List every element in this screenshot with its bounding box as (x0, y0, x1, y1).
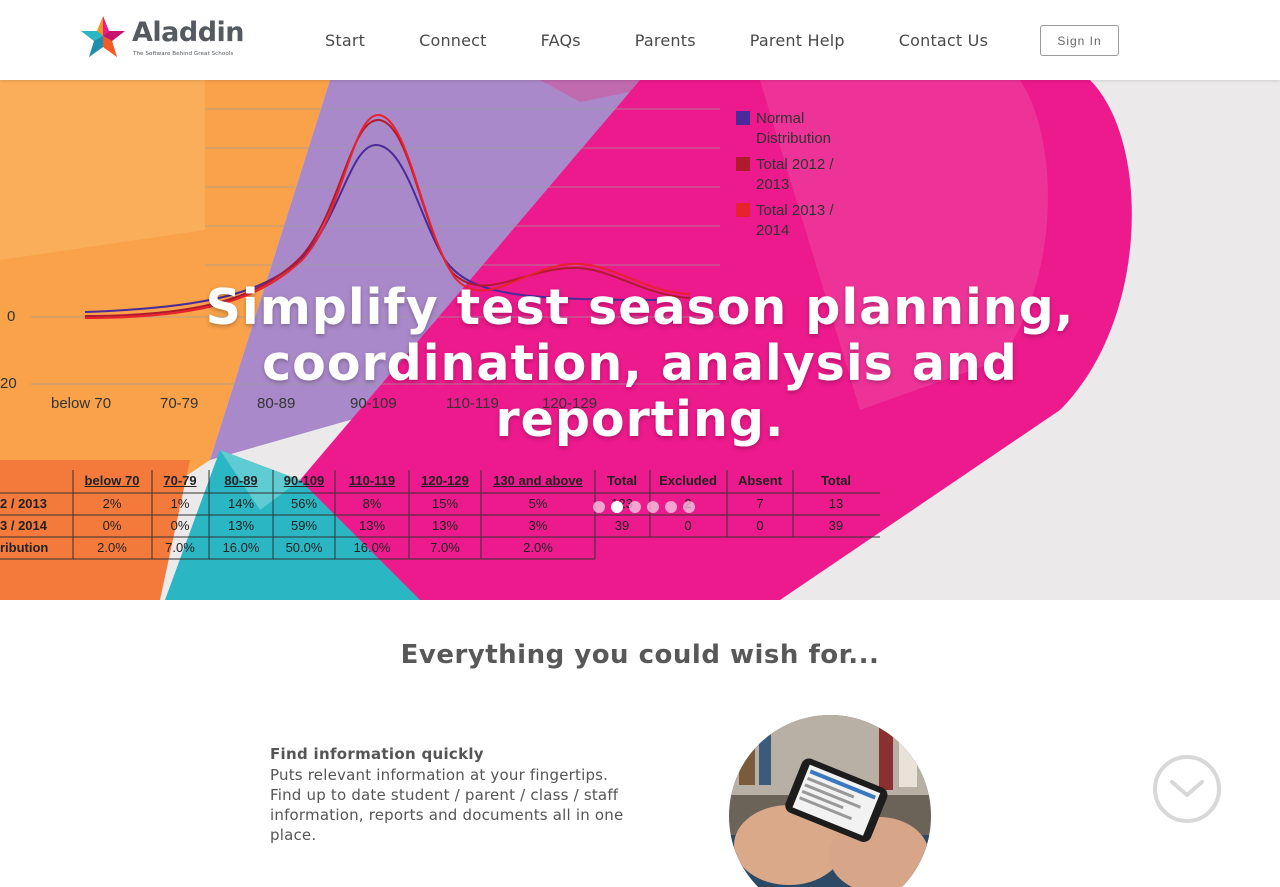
table-cell: 39 (828, 518, 844, 533)
legend-item: Normal Distribution (756, 110, 832, 147)
nav-parents[interactable]: Parents (608, 31, 723, 50)
feature-title: Find information quickly (270, 745, 484, 763)
chevron-down-icon (1170, 780, 1204, 797)
brand-name: Aladdin (132, 17, 245, 48)
slider-dot[interactable] (593, 501, 605, 513)
feature-text: Puts relevant information at your finger… (270, 766, 624, 844)
table-row-label: 2 / 2013 (0, 496, 47, 511)
table-cell: 7.0% (430, 540, 460, 555)
table-header-cell: 120-129 (421, 473, 469, 488)
slider-dot[interactable] (629, 501, 641, 513)
slider-dot[interactable] (647, 501, 659, 513)
table-cell: 2.0% (523, 540, 553, 555)
brand-tagline: The Software Behind Great Schools (133, 51, 234, 57)
star-logo-icon (81, 16, 125, 57)
main-nav: Start Connect FAQs Parents Parent Help C… (298, 0, 1015, 80)
table-cell: 15% (431, 496, 459, 511)
slider-dot[interactable] (665, 501, 677, 513)
scroll-down-button[interactable] (1153, 755, 1221, 823)
slider-dot[interactable] (611, 501, 623, 513)
hero-slider: Normal Distribution Total 2012 / 2013 To… (0, 80, 1280, 600)
table-header-cell: Total (820, 473, 852, 488)
table-cell: 13% (431, 518, 459, 533)
nav-start[interactable]: Start (298, 31, 392, 50)
chart-legend: Normal Distribution Total 2012 / 2013 To… (756, 109, 834, 241)
hero-headline: Simplify test season planning, coordinat… (205, 279, 1075, 448)
phone-photo (729, 715, 931, 887)
site-header: Aladdin The Software Behind Great School… (0, 0, 1280, 80)
nav-parent-help[interactable]: Parent Help (723, 31, 872, 50)
nav-faqs[interactable]: FAQs (514, 31, 608, 50)
category-label: below 70 (51, 395, 112, 412)
table-cell: 13 (828, 496, 844, 511)
results-table: below 70 70-79 80-89 90-109 110-119 120-129 13… (0, 470, 880, 560)
nav-contact-us[interactable]: Contact Us (872, 31, 1015, 50)
table-row-label: 3 / 2014 (0, 518, 47, 533)
axis-tick-20: 20 (0, 375, 17, 392)
legend-item: Total 2012 / 2013 (756, 156, 834, 193)
phone-in-hands-image (729, 715, 931, 887)
aladdin-logo[interactable]: Aladdin The Software Behind Great School… (80, 14, 252, 60)
table-row-label: ribution (0, 540, 49, 555)
feature-block: Find information quickly Puts relevant i… (270, 745, 635, 845)
nav-connect[interactable]: Connect (392, 31, 514, 50)
sign-in-button[interactable]: Sign In (1040, 25, 1119, 56)
axis-tick-0: 0 (7, 308, 16, 325)
slider-dot[interactable] (683, 501, 695, 513)
legend-item: Total 2013 / 2014 (756, 202, 834, 239)
slider-dots (593, 501, 695, 513)
section-title: Everything you could wish for... (400, 640, 880, 670)
